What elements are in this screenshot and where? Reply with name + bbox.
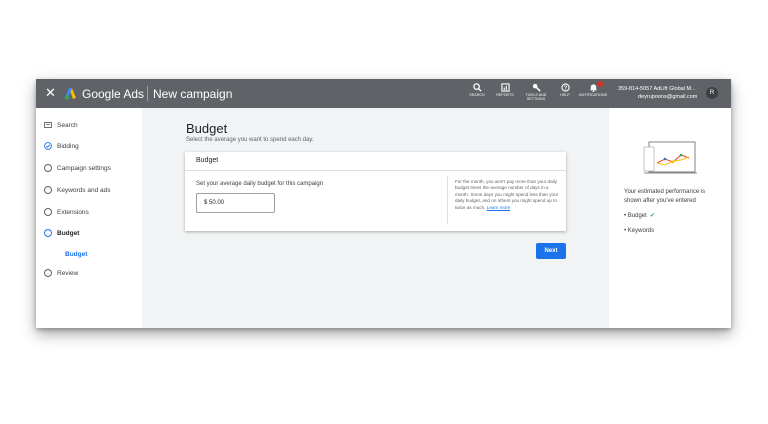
account-id: 359-814-5057 AdLift Global M... <box>618 86 696 92</box>
sidebar-item-label: Review <box>57 269 79 277</box>
budget-card-header: Budget <box>185 152 566 171</box>
next-button[interactable]: Next <box>536 243 566 259</box>
requirement-keywords: • Keywords <box>624 228 655 234</box>
sidebar-item-label: Extensions <box>57 208 89 216</box>
card-divider <box>447 176 448 224</box>
budget-input[interactable]: $ 50.00 <box>196 193 275 213</box>
sidebar-item-budget[interactable]: Budget <box>44 229 79 237</box>
sidebar-item-label: Campaign settings <box>57 164 111 172</box>
budget-card-title: Budget <box>196 157 219 164</box>
sidebar-subitem-label: Budget <box>65 251 88 258</box>
account-info[interactable]: 359-814-5057 AdLift Global M... deyrupoo… <box>618 85 697 101</box>
sidebar-item-bidding[interactable]: Bidding <box>44 142 79 150</box>
notification-badge <box>597 81 603 87</box>
notifications-label: NOTIFICATIONS <box>578 93 608 97</box>
search-icon <box>472 83 482 92</box>
requirement-label: Keywords <box>627 228 655 234</box>
wrench-icon <box>532 83 541 92</box>
circle-icon <box>44 208 52 216</box>
search-image-icon <box>44 122 52 128</box>
sidebar-item-label: Bidding <box>57 142 79 150</box>
brand-name: Google Ads <box>82 87 145 101</box>
avatar[interactable]: R <box>706 87 718 99</box>
sidebar-item-campaign-settings[interactable]: Campaign settings <box>44 164 111 172</box>
performance-chart-illustration <box>643 141 697 174</box>
top-bar: ✕ Google Ads New campaign SEARCH REPORTS <box>36 79 731 108</box>
google-ads-window: ✕ Google Ads New campaign SEARCH REPORTS <box>36 79 731 328</box>
requirement-budget: • Budget ✓ <box>624 213 655 219</box>
sidebar-item-keywords-and-ads[interactable]: Keywords and ads <box>44 186 110 194</box>
google-ads-logo-icon <box>64 88 76 100</box>
sidebar-item-extensions[interactable]: Extensions <box>44 208 89 216</box>
check-icon: ✓ <box>649 213 655 219</box>
reports-icon <box>500 83 510 92</box>
account-email: deyrupoons@gmail.com <box>638 94 698 100</box>
header-divider <box>147 86 148 101</box>
circle-icon <box>44 186 52 194</box>
budget-field-label: Set your average daily budget for this c… <box>196 181 324 187</box>
performance-estimate-text: Your estimated performance is shown afte… <box>624 189 706 204</box>
requirement-label: Budget <box>627 213 647 219</box>
learn-more-link[interactable]: Learn more <box>487 205 511 210</box>
performance-panel: Your estimated performance is shown afte… <box>609 108 731 328</box>
sidebar-item-review[interactable]: Review <box>44 269 78 277</box>
sidebar-item-label: Budget <box>57 229 80 237</box>
circle-icon <box>44 269 52 277</box>
svg-text:?: ? <box>563 86 566 92</box>
page-title: New campaign <box>153 87 233 101</box>
sidebar-item-search[interactable]: Search <box>44 121 78 129</box>
section-title: Budget <box>186 121 228 136</box>
circle-icon <box>44 164 52 172</box>
done-check-circle-icon <box>44 142 52 150</box>
budget-card: Budget Set your average daily budget for… <box>185 152 566 231</box>
section-subtitle: Select the average you want to spend eac… <box>186 137 314 143</box>
help-icon: ? <box>560 83 570 92</box>
sidebar-item-label: Keywords and ads <box>57 186 111 194</box>
close-icon[interactable]: ✕ <box>45 86 56 100</box>
budget-info: For the month, you won't pay more than y… <box>455 179 561 211</box>
current-circle-icon <box>44 229 52 237</box>
notifications-button[interactable]: NOTIFICATIONS <box>575 81 611 97</box>
sidebar-item-label: Search <box>57 121 78 129</box>
sidebar: Search Bidding Campaign settings Keyword… <box>36 108 142 328</box>
sidebar-subitem-budget[interactable]: Budget <box>65 251 87 258</box>
